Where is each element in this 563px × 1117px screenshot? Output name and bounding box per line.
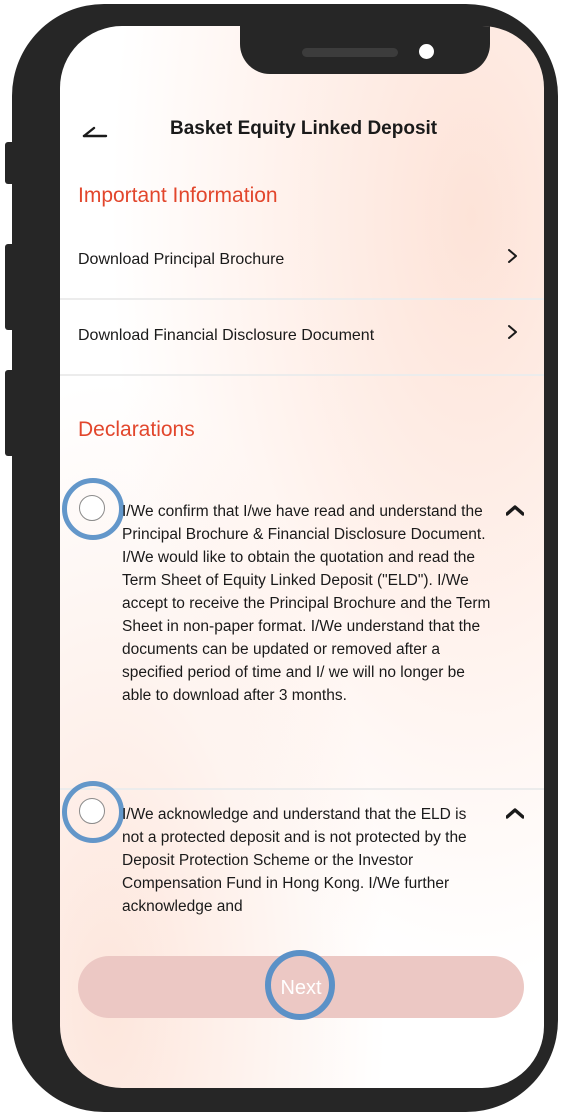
chevron-up-icon[interactable] [506, 807, 524, 819]
declaration-1-text: I/We confirm that I/we have read and und… [122, 503, 491, 704]
back-arrow-icon[interactable] [80, 114, 110, 144]
app-header: Basket Equity Linked Deposit [60, 110, 544, 150]
declaration-1-radio[interactable] [62, 478, 124, 540]
declaration-2-text: I/We acknowledge and understand that the… [122, 806, 467, 915]
declaration-2-radio[interactable] [62, 781, 124, 843]
stage: Basket Equity Linked Deposit Important I… [0, 0, 563, 1117]
speaker-grill [302, 48, 398, 57]
chevron-right-icon [508, 325, 517, 339]
declaration-item: I/We acknowledge and understand that the… [60, 781, 544, 921]
chevron-right-icon [508, 249, 517, 263]
phone-frame: Basket Equity Linked Deposit Important I… [12, 4, 558, 1112]
phone-screen: Basket Equity Linked Deposit Important I… [60, 26, 544, 1088]
download-principal-brochure-row[interactable]: Download Principal Brochure [60, 224, 544, 300]
highlight-ring [62, 781, 124, 843]
declaration-item: I/We confirm that I/we have read and und… [60, 478, 544, 788]
declarations-heading: Declarations [78, 418, 195, 441]
download-financial-disclosure-row[interactable]: Download Financial Disclosure Document [60, 300, 544, 376]
important-information-heading: Important Information [78, 184, 278, 207]
next-button[interactable]: Next [78, 956, 524, 1018]
front-camera [419, 44, 434, 59]
chevron-up-icon[interactable] [506, 504, 524, 516]
download-principal-brochure-label: Download Principal Brochure [78, 251, 285, 268]
download-financial-disclosure-label: Download Financial Disclosure Document [78, 327, 375, 344]
page-title: Basket Equity Linked Deposit [170, 118, 438, 139]
phone-notch [240, 26, 490, 74]
highlight-ring [62, 478, 124, 540]
